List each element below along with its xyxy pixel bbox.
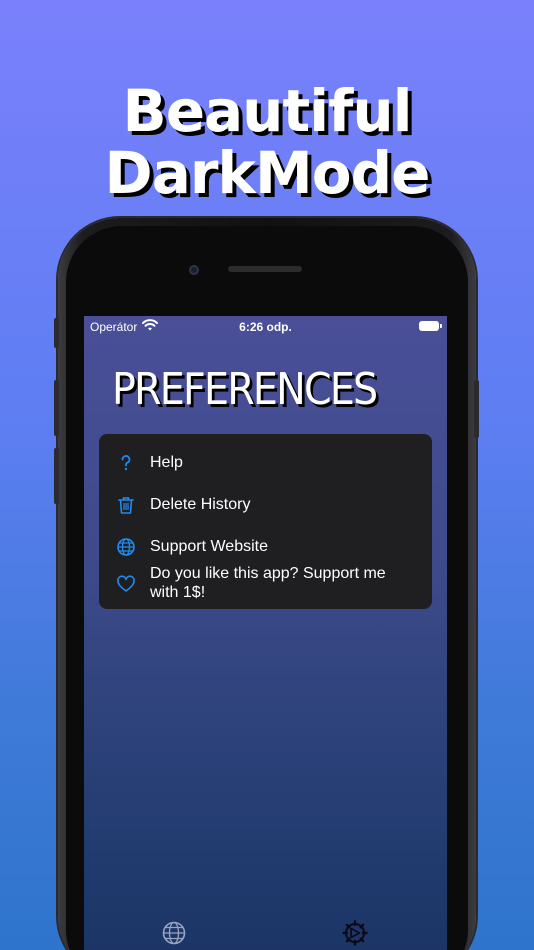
volume-down-button <box>54 448 59 504</box>
gear-icon <box>342 920 368 950</box>
page-title: PREFERENCES <box>112 364 378 415</box>
app-screen: Operátor 6:26 odp. PREFERENCES Help Dele… <box>84 316 447 950</box>
globe-icon <box>116 537 136 557</box>
question-icon <box>116 453 136 473</box>
tab-bar <box>84 916 447 950</box>
status-time: 6:26 odp. <box>239 320 292 334</box>
headline-line-1: Beautiful <box>122 77 413 145</box>
mute-switch <box>54 318 59 348</box>
menu-item-help[interactable]: Help <box>99 444 432 480</box>
volume-up-button <box>54 380 59 436</box>
preferences-menu: Help Delete History Support Website Do y… <box>99 434 432 609</box>
menu-item-support-me[interactable]: Do you like this app? Support me with 1$… <box>99 564 432 606</box>
status-bar: Operátor 6:26 odp. <box>84 316 447 336</box>
globe-icon <box>161 921 187 950</box>
tab-settings[interactable] <box>342 920 368 946</box>
trash-icon <box>116 495 136 515</box>
power-button <box>474 380 479 438</box>
headline-line-2: DarkMode <box>104 139 431 207</box>
battery-icon <box>419 321 442 331</box>
tab-globe[interactable] <box>161 920 187 946</box>
promo-headline: Beautiful DarkMode <box>0 80 534 204</box>
front-camera <box>189 265 199 275</box>
menu-item-support-website[interactable]: Support Website <box>99 528 432 564</box>
menu-item-label: Support Website <box>150 538 268 555</box>
menu-item-label: Do you like this app? Support me with 1$… <box>150 565 386 601</box>
earpiece-speaker <box>228 266 302 272</box>
menu-item-label: Delete History <box>150 496 251 513</box>
menu-item-label: Help <box>150 454 183 471</box>
menu-item-delete-history[interactable]: Delete History <box>99 486 432 522</box>
heart-icon <box>116 574 136 594</box>
